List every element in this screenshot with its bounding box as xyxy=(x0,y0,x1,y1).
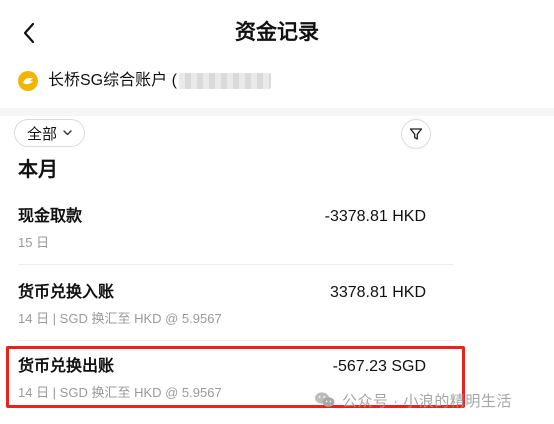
row-divider xyxy=(18,340,454,341)
transaction-title: 货币兑换出账 xyxy=(18,358,115,375)
filter-dropdown-label: 全部 xyxy=(27,125,58,143)
masked-account-number xyxy=(178,73,271,89)
transaction-date: 15 日 xyxy=(18,235,50,250)
transaction-amount: -3378.81 HKD xyxy=(324,208,426,225)
transaction-row[interactable]: 现金取款 -3378.81 HKD 15 日 xyxy=(0,200,470,264)
chevron-down-icon xyxy=(63,130,72,136)
transaction-row[interactable]: 货币兑换入账 3378.81 HKD 14 日 | SGD 换汇至 HKD @ … xyxy=(0,276,470,340)
page-title: 资金记录 xyxy=(235,21,319,44)
transaction-detail: 14 日 | SGD 换汇至 HKD @ 5.9567 xyxy=(18,385,222,400)
filter-dropdown[interactable]: 全部 xyxy=(14,119,86,147)
section-divider xyxy=(0,108,554,116)
month-heading: 本月 xyxy=(18,159,58,181)
filter-funnel-icon xyxy=(409,128,423,140)
row-divider xyxy=(18,264,454,265)
transaction-row[interactable]: 货币兑换出账 -567.23 SGD 14 日 | SGD 换汇至 HKD @ … xyxy=(0,350,470,414)
account-name: 长桥SG综合账户 ( xyxy=(48,72,177,89)
transaction-title: 货币兑换入账 xyxy=(18,284,115,301)
longbridge-logo-icon xyxy=(18,71,38,91)
back-button[interactable] xyxy=(14,18,44,48)
transaction-amount: 3378.81 HKD xyxy=(329,284,426,301)
chevron-left-icon xyxy=(23,22,35,44)
transaction-detail: 14 日 | SGD 换汇至 HKD @ 5.9567 xyxy=(18,311,222,326)
account-selector[interactable]: 长桥SG综合账户 ( xyxy=(18,66,318,96)
transaction-title: 现金取款 xyxy=(18,208,83,225)
filter-button[interactable] xyxy=(401,119,431,149)
transaction-amount: -567.23 SGD xyxy=(332,358,426,375)
